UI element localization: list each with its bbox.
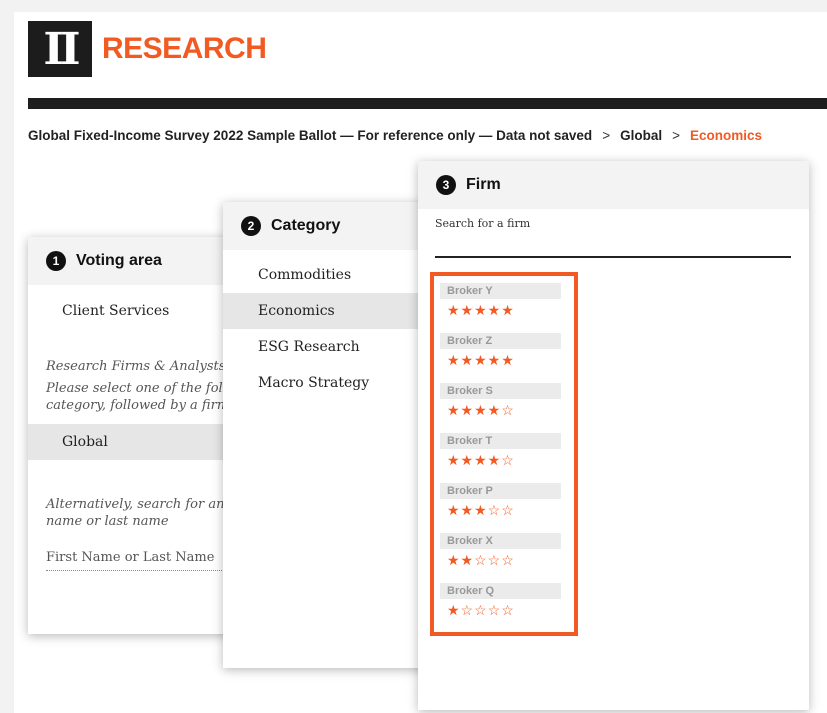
step-number: 2 — [241, 216, 261, 236]
breadcrumb-item-survey[interactable]: Global Fixed-Income Survey 2022 Sample B… — [28, 128, 592, 143]
firm-name: Broker S — [440, 383, 561, 399]
firm-name: Broker Y — [440, 283, 561, 299]
panel-title: Voting area — [76, 252, 162, 269]
breadcrumb-item-economics[interactable]: Economics — [690, 128, 762, 143]
step-number: 1 — [46, 251, 66, 271]
firm-item[interactable]: Broker T ★★★★☆ — [440, 433, 574, 477]
firm-list-highlight: Broker Y ★★★★★ Broker Z ★★★★★ Broker S ★… — [430, 272, 578, 636]
star-rating: ★★★☆☆ — [447, 502, 515, 518]
step-number: 3 — [436, 175, 456, 195]
firm-name: Broker P — [440, 483, 561, 499]
star-rating: ★★★★★ — [447, 302, 515, 318]
breadcrumb: Global Fixed-Income Survey 2022 Sample B… — [28, 128, 827, 143]
star-rating: ★★☆☆☆ — [447, 552, 515, 568]
breadcrumb-item-global[interactable]: Global — [620, 128, 662, 143]
panel-title: Category — [271, 217, 341, 234]
logo-text: RESEARCH — [102, 32, 267, 65]
firm-item[interactable]: Broker Q ★☆☆☆☆ — [440, 583, 574, 627]
firm-name: Broker Z — [440, 333, 561, 349]
firm-item[interactable]: Broker Z ★★★★★ — [440, 333, 574, 377]
firm-name: Broker T — [440, 433, 561, 449]
breadcrumb-separator: > — [672, 128, 680, 143]
logo[interactable]: II RESEARCH — [28, 21, 267, 77]
firm-header: 3 Firm — [418, 161, 809, 209]
firm-panel: 3 Firm Search for a firm Broker Y ★★★★★ … — [418, 161, 809, 710]
star-rating: ★☆☆☆☆ — [447, 602, 515, 618]
logo-mark: II — [28, 21, 92, 77]
breadcrumb-separator: > — [602, 128, 611, 143]
top-bar — [28, 98, 827, 109]
firm-search-label: Search for a firm — [435, 217, 531, 230]
firm-item[interactable]: Broker X ★★☆☆☆ — [440, 533, 574, 577]
star-rating: ★★★★☆ — [447, 402, 515, 418]
firm-item[interactable]: Broker S ★★★★☆ — [440, 383, 574, 427]
star-rating: ★★★★★ — [447, 352, 515, 368]
panel-title: Firm — [466, 176, 501, 193]
firm-item[interactable]: Broker Y ★★★★★ — [440, 283, 574, 327]
star-rating: ★★★★☆ — [447, 452, 515, 468]
firm-name: Broker Q — [440, 583, 561, 599]
firm-name: Broker X — [440, 533, 561, 549]
firm-search-input[interactable] — [435, 234, 791, 258]
firm-item[interactable]: Broker P ★★★☆☆ — [440, 483, 574, 527]
